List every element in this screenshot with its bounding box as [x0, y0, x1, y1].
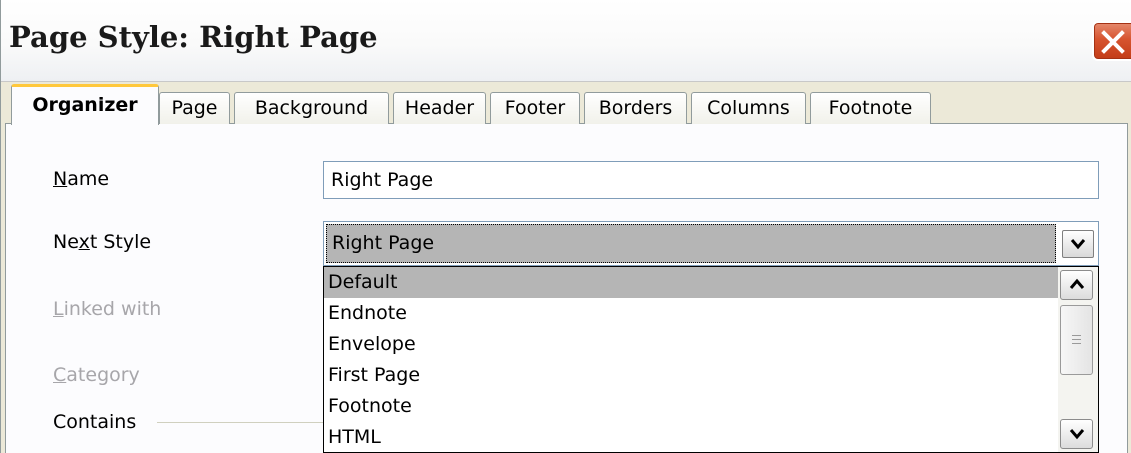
dialog-title: Page Style: Right Page	[9, 20, 378, 54]
option-footnote[interactable]: Footnote	[324, 391, 1058, 422]
tab-header[interactable]: Header	[393, 92, 486, 124]
tab-footnote[interactable]: Footnote	[810, 92, 931, 124]
next-style-label: Next Style	[53, 231, 152, 253]
contains-divider	[157, 422, 323, 423]
name-label: Name	[53, 168, 110, 190]
thumb-grip-line	[1072, 339, 1081, 340]
contains-section-label: Contains	[53, 411, 137, 433]
close-button[interactable]	[1092, 21, 1131, 61]
scroll-up-button[interactable]	[1060, 270, 1093, 300]
thumb-grip-line	[1072, 335, 1081, 336]
option-default[interactable]: Default	[324, 267, 1058, 298]
next-style-options-list: Default Endnote Envelope First Page Foot…	[323, 266, 1099, 453]
thumb-grip-line	[1072, 343, 1081, 344]
option-envelope[interactable]: Envelope	[324, 329, 1058, 360]
scroll-down-icon	[1069, 429, 1085, 440]
tab-background[interactable]: Background	[234, 92, 389, 124]
page-style-dialog: Page Style: Right Page Organizer Page Ba…	[0, 0, 1131, 453]
scroll-down-button[interactable]	[1060, 419, 1093, 449]
list-scrollbar[interactable]	[1058, 267, 1098, 452]
scroll-thumb[interactable]	[1060, 305, 1093, 375]
linked-with-label: Linked with	[53, 298, 162, 320]
tab-columns[interactable]: Columns	[691, 92, 806, 124]
option-html[interactable]: HTML	[324, 422, 1058, 452]
title-bar: Page Style: Right Page	[1, 0, 1131, 82]
next-style-dropdown[interactable]: Right Page	[323, 221, 1099, 266]
next-style-value[interactable]: Right Page	[326, 224, 1056, 263]
close-icon	[1101, 30, 1125, 54]
tab-borders[interactable]: Borders	[584, 92, 687, 124]
category-label: Category	[53, 364, 140, 386]
tab-organizer[interactable]: Organizer	[11, 84, 159, 125]
dropdown-button[interactable]	[1062, 230, 1094, 258]
tab-footer[interactable]: Footer	[490, 92, 580, 124]
option-endnote[interactable]: Endnote	[324, 298, 1058, 329]
tab-page[interactable]: Page	[159, 92, 230, 124]
option-first-page[interactable]: First Page	[324, 360, 1058, 391]
name-field[interactable]: Right Page	[323, 161, 1099, 199]
scroll-up-icon	[1069, 278, 1085, 289]
chevron-down-icon	[1070, 239, 1086, 250]
